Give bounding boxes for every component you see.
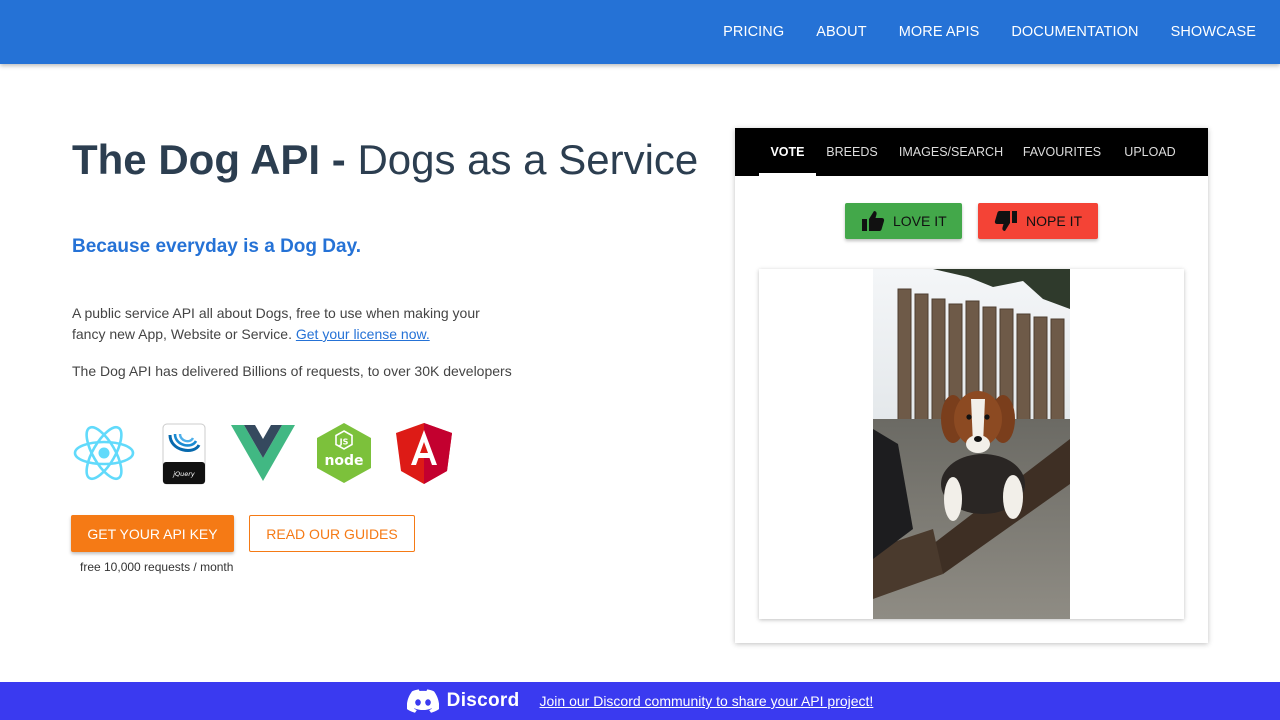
nodejs-logo: JS node (317, 423, 371, 483)
tagline: Because everyday is a Dog Day. (72, 236, 362, 257)
top-nav: PRICING ABOUT MORE APIS DOCUMENTATION SH… (691, 0, 1256, 64)
tab-images-search[interactable]: IMAGES/SEARCH (895, 128, 1007, 176)
widget-tabs: VOTE BREEDS IMAGES/SEARCH FAVOURITES UPL… (735, 128, 1208, 176)
node-text: node (324, 453, 363, 469)
thumbs-up-icon (862, 211, 885, 231)
dog-photo (873, 269, 1070, 619)
react-logo (73, 425, 135, 481)
nav-showcase[interactable]: SHOWCASE (1171, 24, 1256, 40)
tab-breeds[interactable]: BREEDS (820, 128, 884, 176)
node-js-badge: JS (339, 438, 349, 447)
nope-it-label: NOPE IT (1026, 213, 1083, 229)
love-it-label: LOVE IT (893, 213, 947, 229)
discord-icon (406, 689, 439, 713)
discord-wordmark: Discord (446, 690, 520, 711)
page-title-strong: The Dog API - (72, 136, 346, 183)
nav-about[interactable]: ABOUT (816, 24, 866, 40)
nav-documentation[interactable]: DOCUMENTATION (1011, 24, 1138, 40)
thumbs-down-icon (994, 211, 1017, 231)
discord-brand: Discord (406, 689, 520, 713)
love-it-button[interactable]: LOVE IT (845, 203, 962, 239)
stats-text: The Dog API has delivered Billions of re… (72, 363, 512, 379)
discord-join-link[interactable]: Join our Discord community to share your… (540, 693, 874, 709)
jquery-text: jQuery (172, 470, 195, 478)
read-guides-button[interactable]: READ OUR GUIDES (249, 515, 415, 552)
nope-it-button[interactable]: NOPE IT (978, 203, 1098, 239)
description: A public service API all about Dogs, fre… (72, 303, 502, 345)
page-title-light: Dogs as a Service (357, 136, 699, 183)
nav-pricing[interactable]: PRICING (723, 24, 784, 40)
tab-vote[interactable]: VOTE (759, 128, 816, 176)
tab-upload[interactable]: UPLOAD (1115, 128, 1185, 176)
tab-favourites[interactable]: FAVOURITES (1017, 128, 1107, 176)
free-tier-note: free 10,000 requests / month (80, 560, 234, 574)
vote-widget: VOTE BREEDS IMAGES/SEARCH FAVOURITES UPL… (735, 128, 1208, 643)
vue-logo (231, 425, 295, 481)
discord-banner: Discord Join our Discord community to sh… (0, 682, 1280, 720)
get-api-key-button[interactable]: GET YOUR API KEY (71, 515, 234, 552)
angular-logo (396, 423, 452, 484)
jquery-logo: jQuery (162, 423, 206, 485)
page-title: The Dog API - Dogs as a Service (72, 136, 698, 184)
nav-more-apis[interactable]: MORE APIS (899, 24, 980, 40)
dog-image-frame (759, 269, 1184, 619)
top-navigation-bar: PRICING ABOUT MORE APIS DOCUMENTATION SH… (0, 0, 1280, 64)
license-link[interactable]: Get your license now. (296, 326, 430, 342)
